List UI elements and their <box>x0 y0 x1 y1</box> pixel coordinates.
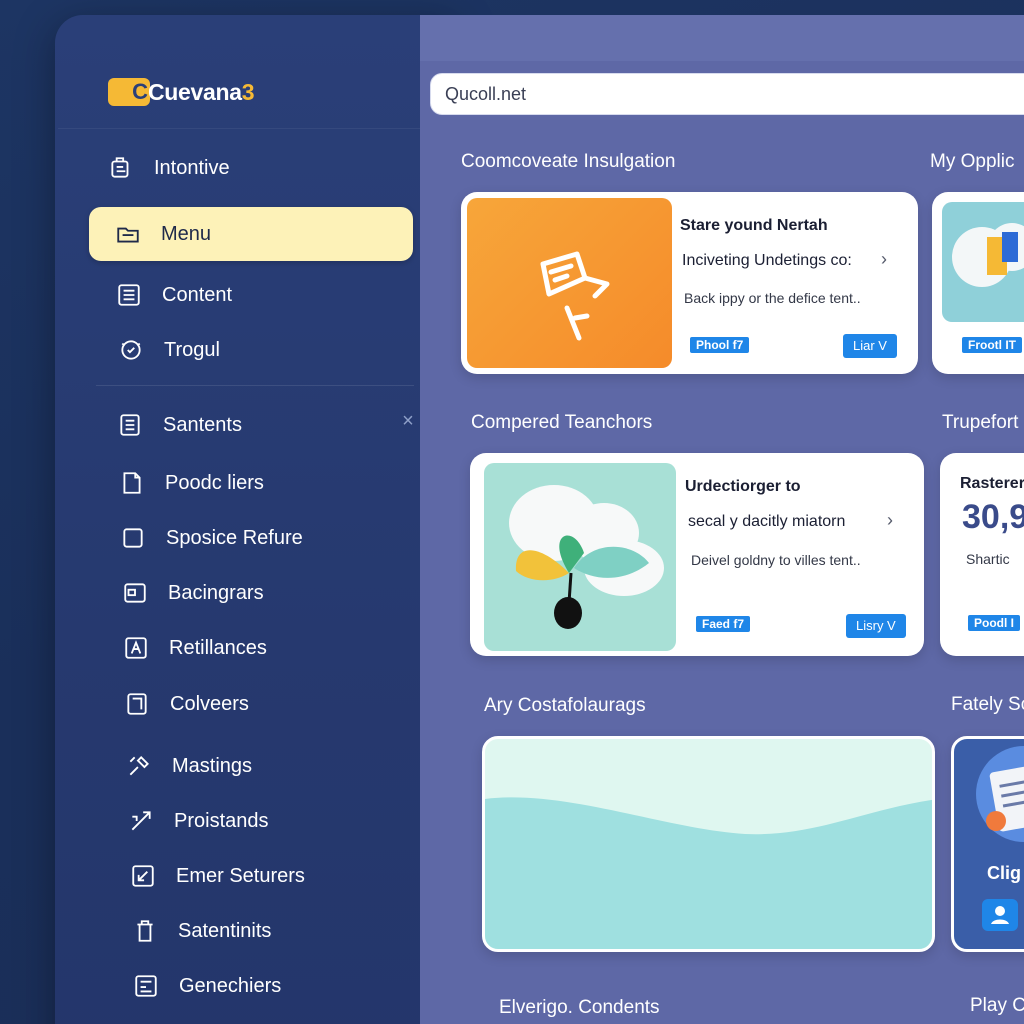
search-input[interactable]: Qucoll.net <box>430 73 1024 115</box>
section-title: Ary Costafolaurags <box>484 695 646 716</box>
sidebar-item-trogul[interactable]: Trogul <box>118 323 220 377</box>
sidebar-item-label: Intontive <box>154 156 230 179</box>
sidebar-item-label: Trogul <box>164 338 220 361</box>
card-title: Stare yound Nertah <box>680 217 828 234</box>
sidebar-item-genechiers[interactable]: Genechiers <box>133 959 281 1013</box>
file-icon <box>119 470 145 496</box>
sidebar-item-label: Proistands <box>174 809 269 832</box>
stat-card[interactable]: Rasterer 30,9 Shartic Poodl I <box>940 453 1024 656</box>
list-icon <box>116 282 142 308</box>
card-title: Rasterer <box>960 475 1024 492</box>
square-icon <box>120 525 146 551</box>
logo[interactable]: C Cuevana3 <box>108 78 255 106</box>
card-tag: Phool f7 <box>690 337 750 353</box>
card-description: Shartic <box>966 551 1010 567</box>
sidebar-item-poodc-liers[interactable]: Poodc liers <box>119 456 264 510</box>
sidebar-item-label: Bacingrars <box>168 581 264 604</box>
card-subtitle: secal y dacitly miatorn <box>688 513 846 530</box>
stat-value: 30,9 <box>962 498 1024 536</box>
search-value: Qucoll.net <box>445 83 527 104</box>
edit-icon <box>130 863 156 889</box>
content-card[interactable]: Stare yound Nertah Inciveting Undetings … <box>461 192 918 374</box>
card-action-button[interactable]: Liar V <box>843 334 897 358</box>
logo-suffix: 3 <box>241 78 255 105</box>
sidebar-item-label: Poodc liers <box>165 471 264 494</box>
sidebar-item-satentinits[interactable]: Satentinits <box>132 904 271 958</box>
sidebar-item-colveers[interactable]: Colveers <box>124 677 249 731</box>
section-title: My Opplic <box>930 151 1015 172</box>
card-image <box>467 198 672 368</box>
sidebar-item-santents[interactable]: Santents <box>117 398 242 452</box>
sidebar-item-label: Santents <box>163 413 242 436</box>
trash-icon <box>132 918 158 944</box>
section-title: Trupefort <box>942 412 1019 433</box>
card-subtitle: Inciveting Undetings co: <box>682 252 852 269</box>
sidebar-item-intontive[interactable]: Intontive <box>108 141 230 195</box>
folder-icon <box>115 221 141 247</box>
section-title: Fately Sc <box>951 694 1024 715</box>
divider <box>58 128 420 129</box>
sidebar-item-label: Content <box>162 283 233 306</box>
sidebar-item-emer-seturers[interactable]: Emer Seturers <box>130 849 305 903</box>
sidebar-item-label: Sposice Refure <box>166 526 303 549</box>
close-icon[interactable]: × <box>398 411 418 431</box>
document-lines-icon <box>117 412 143 438</box>
logo-text: Cuevana3 <box>148 78 255 106</box>
frame-icon <box>124 691 150 717</box>
user-icon[interactable] <box>982 899 1018 931</box>
puzzle-icon <box>128 808 154 834</box>
content-card[interactable] <box>482 736 935 952</box>
card-image <box>942 202 1024 322</box>
section-title: Compered Teanchors <box>471 412 653 433</box>
logo-mark-icon: C <box>108 78 150 106</box>
sidebar-item-label: Retillances <box>169 636 267 659</box>
app-window: C Cuevana3 Intontive Menu Content Trogul… <box>0 0 1024 1024</box>
card-image <box>484 463 676 651</box>
section-title: Elverigo. Condents <box>499 997 660 1018</box>
card-description: Deivel goldny to villes tent.. <box>691 552 861 568</box>
main-topbar <box>420 15 1024 61</box>
badge-icon <box>118 337 144 363</box>
chevron-right-icon[interactable]: › <box>881 249 887 270</box>
card-tag: Faed f7 <box>696 616 751 632</box>
section-title: Play C <box>970 995 1024 1016</box>
cloud-icon <box>952 223 1024 287</box>
sidebar-item-content[interactable]: Content <box>116 268 232 322</box>
card-tag: Poodl I <box>968 615 1020 631</box>
chevron-right-icon[interactable]: › <box>887 510 893 531</box>
sidebar-item-label: Menu <box>161 222 212 245</box>
content-card[interactable]: Frootl IT <box>932 192 1024 374</box>
divider <box>96 385 414 386</box>
gallery-icon <box>133 973 159 999</box>
sidebar-item-sposice-refure[interactable]: Sposice Refure <box>120 511 303 565</box>
note-pen-icon <box>540 251 610 341</box>
card-description: Back ippy or the defice tent.. <box>684 290 861 306</box>
sidebar-item-mastings[interactable]: Mastings <box>126 739 252 793</box>
sidebar-item-label: Emer Seturers <box>176 864 305 887</box>
sidebar-item-bacingrars[interactable]: Bacingrars <box>122 566 264 620</box>
sidebar-item-label: Colveers <box>170 692 249 715</box>
media-icon <box>122 580 148 606</box>
newspaper-icon <box>976 746 1024 842</box>
card-label: Clig <box>987 863 1021 883</box>
card-tag: Frootl IT <box>962 337 1022 353</box>
sprout-icon <box>509 485 664 629</box>
sidebar-item-retillances[interactable]: Retillances <box>123 621 267 675</box>
card-action-button[interactable]: Lisry V <box>846 614 906 638</box>
sidebar-item-menu[interactable]: Menu <box>89 207 413 261</box>
sidebar-item-label: Satentinits <box>178 919 272 942</box>
logo-name: Cuevana <box>148 78 242 105</box>
section-title: Coomcoveate Insulgation <box>461 151 676 172</box>
sidebar-item-proistands[interactable]: Proistands <box>128 794 269 848</box>
pdf-icon <box>123 635 149 661</box>
sidebar-item-label: Mastings <box>172 754 253 777</box>
content-card[interactable]: Clig <box>951 736 1024 952</box>
tools-icon <box>126 753 152 779</box>
clipboard-icon <box>108 155 134 181</box>
card-title: Urdectiorger to <box>685 478 801 495</box>
sidebar-item-label: Genechiers <box>179 974 282 997</box>
wave-illustration <box>485 797 932 949</box>
content-card[interactable]: Urdectiorger to secal y dacitly miatorn … <box>470 453 924 656</box>
